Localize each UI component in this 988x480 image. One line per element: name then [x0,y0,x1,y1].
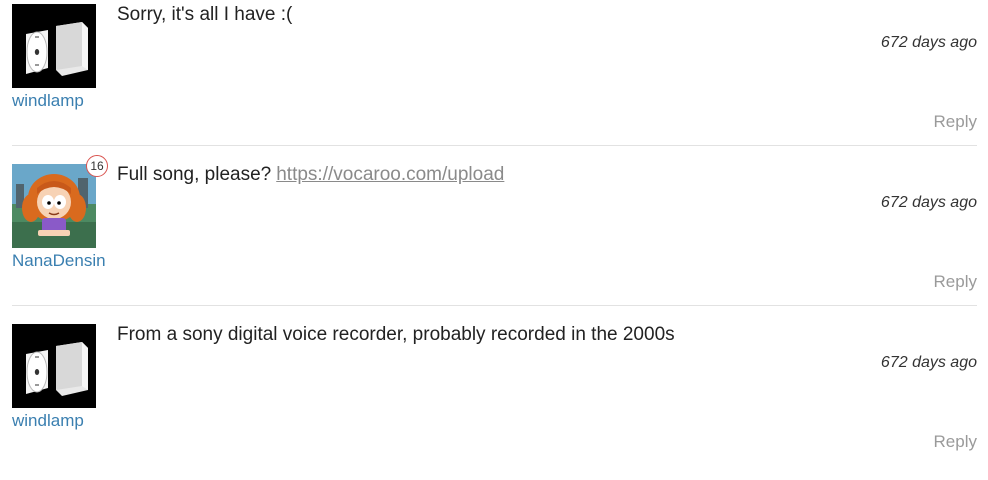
comment-text: Full song, please? https://vocaroo.com/up… [117,164,504,186]
divider [12,145,977,146]
timestamp: 672 days ago [880,194,977,211]
username-link[interactable]: windlamp [12,91,84,111]
username-link[interactable]: NanaDensin [12,251,106,271]
timestamp: 672 days ago [880,34,977,51]
comment-text: From a sony digital voice recorder, prob… [117,324,675,346]
avatar[interactable]: 16 [12,155,108,248]
comment-body: Full song, please? [117,164,272,185]
comment-item: 16 NanaDensin Full song, please? https://… [0,155,988,320]
avatar[interactable] [12,4,96,88]
divider [12,305,977,306]
comment-item: windlamp From a sony digital voice recor… [0,320,988,480]
comment-body: From a sony digital voice recorder, prob… [117,324,675,345]
comment-item: windlamp Sorry, it's all I have :( 672 d… [0,0,988,160]
reply-button[interactable]: Reply [934,272,977,292]
badge-count: 16 [86,155,108,177]
username-link[interactable]: windlamp [12,411,84,431]
comment-text: Sorry, it's all I have :( [117,4,292,26]
wii-console-avatar-icon [12,4,96,88]
cartoon-character-avatar-icon [12,164,96,248]
timestamp: 672 days ago [880,354,977,371]
reply-button[interactable]: Reply [934,432,977,452]
reply-button[interactable]: Reply [934,112,977,132]
comment-link[interactable]: https://vocaroo.com/upload [276,164,504,185]
comment-body: Sorry, it's all I have :( [117,4,293,25]
wii-console-avatar-icon [12,324,96,408]
avatar[interactable] [12,324,96,408]
